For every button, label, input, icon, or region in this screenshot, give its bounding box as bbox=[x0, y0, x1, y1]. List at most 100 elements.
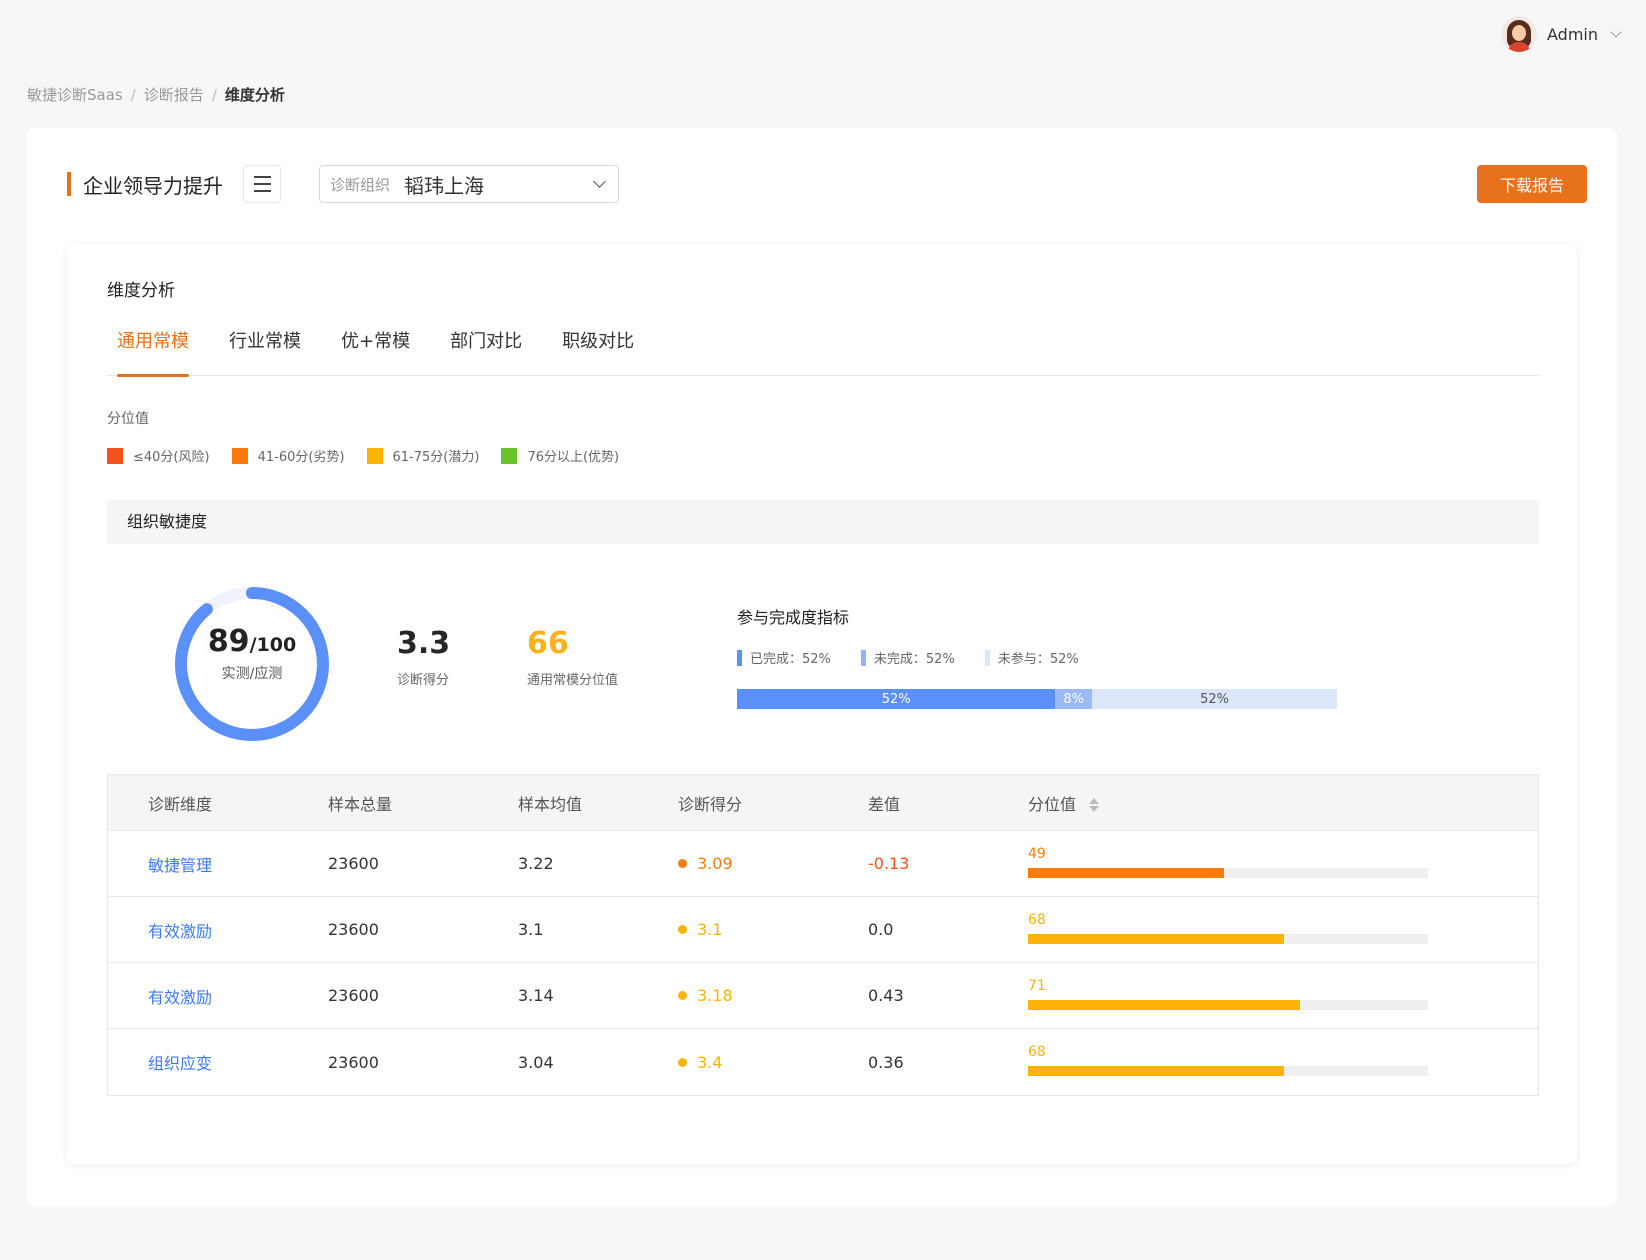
group-title: 组织敏捷度 bbox=[107, 500, 1539, 544]
cell-total: 23600 bbox=[328, 986, 379, 1005]
dimension-link[interactable]: 组织应变 bbox=[148, 1054, 212, 1073]
avatar[interactable] bbox=[1501, 16, 1537, 52]
legend-marker bbox=[860, 649, 866, 666]
donut-actual: 89 bbox=[207, 624, 250, 659]
legend-label: 61-75分(潜力) bbox=[392, 450, 480, 465]
percentile-value: 49 bbox=[1028, 845, 1046, 862]
table-row: 有效激励 23600 3.14 3.18 0.43 71 bbox=[108, 963, 1538, 1029]
legend-item: 76分以上(优势) bbox=[501, 446, 619, 465]
score-value: 3.1 bbox=[697, 920, 723, 939]
cell-diff: -0.13 bbox=[868, 854, 910, 873]
legend-swatch bbox=[366, 447, 383, 464]
legend-marker bbox=[737, 649, 742, 666]
dimension-link[interactable]: 有效激励 bbox=[148, 922, 212, 941]
col-header-percentile-label: 分位值 bbox=[1028, 794, 1077, 814]
breadcrumb: 敏捷诊断Saas / 诊断报告 / 维度分析 bbox=[27, 84, 285, 105]
cell-diff: 0.36 bbox=[868, 1052, 904, 1072]
sort-icon[interactable] bbox=[1089, 798, 1100, 812]
percentile-bar-track bbox=[1028, 999, 1428, 1010]
breadcrumb-item-current: 维度分析 bbox=[224, 86, 285, 104]
legend-swatch bbox=[501, 447, 518, 464]
col-header-diff: 差值 bbox=[868, 794, 901, 814]
user-name[interactable]: Admin bbox=[1547, 25, 1598, 44]
legend-item: 61-75分(潜力) bbox=[366, 446, 480, 465]
donut-total: /100 bbox=[249, 634, 297, 656]
participation-segment-1: 8% bbox=[1055, 689, 1093, 709]
status-dot-icon bbox=[678, 925, 687, 934]
cell-score: 3.09 bbox=[678, 854, 868, 873]
breadcrumb-item-report[interactable]: 诊断报告 bbox=[144, 84, 204, 105]
table-body: 敏捷管理 23600 3.22 3.09 -0.13 49 有效激励 23600 3.1 3.1 0… bbox=[108, 831, 1538, 1095]
org-select-value: 韬玮上海 bbox=[404, 173, 485, 198]
user-menu[interactable]: Admin bbox=[1501, 16, 1622, 52]
dimension-link[interactable]: 敏捷管理 bbox=[148, 856, 212, 875]
legend-label: 未参与：52% bbox=[997, 652, 1079, 667]
dimension-link[interactable]: 有效激励 bbox=[148, 988, 212, 1007]
dimension-table: 诊断维度 样本总量 样本均值 诊断得分 差值 分位值 敏捷管理 23600 3.22… bbox=[107, 774, 1539, 1096]
org-select-label: 诊断组织 bbox=[330, 175, 391, 194]
percentile-value: 68 bbox=[1028, 1044, 1046, 1060]
legend-label: ≤40分(风险) bbox=[133, 450, 210, 465]
dimension-analysis-panel: 维度分析 通用常模 行业常模 优+常模 部门对比 职级对比 分位值 ≤40分(风… bbox=[67, 244, 1577, 1164]
percentile-bar-track bbox=[1028, 933, 1428, 944]
participation-segment-0: 52% bbox=[737, 689, 1056, 709]
score-value: 3.18 bbox=[697, 986, 733, 1005]
breadcrumb-item-saas[interactable]: 敏捷诊断Saas bbox=[27, 84, 123, 105]
stat-label: 通用常模分位值 bbox=[527, 673, 619, 688]
percentile-bar-fill bbox=[1028, 999, 1300, 1010]
col-header-mean: 样本均值 bbox=[518, 794, 583, 814]
page-title: 企业领导力提升 bbox=[83, 173, 223, 198]
stat-norm-percentile: 66 通用常模分位值 bbox=[527, 626, 618, 688]
tab-department-compare[interactable]: 部门对比 bbox=[440, 324, 532, 376]
tab-industry-norm[interactable]: 行业常模 bbox=[219, 324, 311, 376]
stat-diagnosis-score: 3.3 诊断得分 bbox=[397, 626, 450, 688]
chevron-down-icon[interactable] bbox=[1610, 26, 1622, 38]
cell-score: 3.1 bbox=[678, 920, 868, 939]
percentile-label: 分位值 bbox=[107, 411, 149, 427]
cell-total: 23600 bbox=[328, 854, 379, 873]
breadcrumb-separator: / bbox=[211, 85, 217, 104]
participation-title: 参与完成度指标 bbox=[737, 608, 850, 627]
col-header-percentile[interactable]: 分位值 bbox=[1028, 791, 1538, 815]
norm-tabs: 通用常模 行业常模 优+常模 部门对比 职级对比 bbox=[107, 324, 1539, 377]
legend-swatch bbox=[231, 447, 248, 464]
status-dot-icon bbox=[678, 859, 687, 868]
cell-percentile: 49 bbox=[1028, 844, 1538, 884]
tab-level-compare[interactable]: 职级对比 bbox=[552, 324, 644, 376]
cell-score: 3.18 bbox=[678, 986, 868, 1005]
participation-legend: 已完成：52% 未完成：52% 未参与：52% bbox=[737, 648, 1079, 667]
participation-segment-2: 52% bbox=[1092, 689, 1337, 709]
participation-legend-item: 未完成：52% bbox=[860, 648, 955, 667]
cell-percentile: 71 bbox=[1028, 976, 1538, 1016]
report-card: 企业领导力提升 诊断组织 韬玮上海 下载报告 维度分析 通用常模 行业常模 优+… bbox=[27, 128, 1617, 1206]
donut-caption: 实测/应测 bbox=[221, 666, 283, 682]
tab-general-norm[interactable]: 通用常模 bbox=[107, 324, 199, 377]
chevron-down-icon bbox=[593, 175, 606, 188]
cell-score: 3.4 bbox=[678, 1053, 868, 1072]
menu-button[interactable] bbox=[243, 165, 281, 203]
score-value: 3.09 bbox=[697, 854, 733, 873]
download-report-button[interactable]: 下载报告 bbox=[1477, 165, 1587, 203]
org-select[interactable]: 诊断组织 韬玮上海 bbox=[319, 165, 619, 203]
stat-label: 诊断得分 bbox=[397, 673, 450, 688]
percentile-value: 68 bbox=[1028, 911, 1046, 928]
status-dot-icon bbox=[678, 1057, 687, 1067]
legend-swatch bbox=[107, 447, 123, 464]
score-value: 3.4 bbox=[697, 1052, 723, 1072]
legend-label: 未完成：52% bbox=[873, 652, 955, 667]
col-header-total: 样本总量 bbox=[328, 794, 393, 814]
percentile-legend: ≤40分(风险) 41-60分(劣势) 61-75分(潜力) 76分以上(优势) bbox=[107, 446, 619, 465]
legend-label: 76分以上(优势) bbox=[527, 450, 620, 465]
stat-value: 3.3 bbox=[397, 626, 451, 661]
cell-mean: 3.1 bbox=[518, 920, 544, 939]
cell-percentile: 68 bbox=[1028, 910, 1538, 950]
donut-value: 89/100 bbox=[167, 624, 337, 659]
legend-item: ≤40分(风险) bbox=[107, 446, 210, 465]
tab-excellence-norm[interactable]: 优+常模 bbox=[331, 324, 420, 376]
cell-percentile: 68 bbox=[1028, 1042, 1538, 1082]
participation-stacked-bar: 52% 8% 52% bbox=[737, 689, 1337, 709]
title-accent bbox=[67, 172, 71, 196]
hamburger-icon bbox=[253, 176, 271, 178]
percentile-bar-fill bbox=[1028, 867, 1224, 878]
col-header-score: 诊断得分 bbox=[678, 794, 743, 814]
